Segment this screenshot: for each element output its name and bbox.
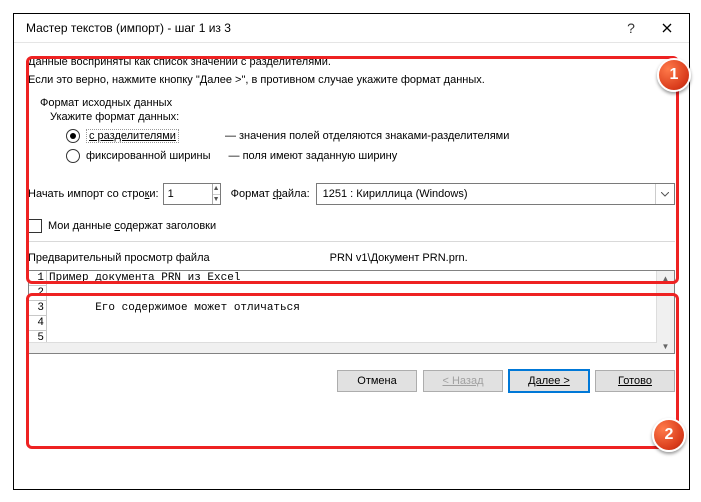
form-row: Начать импорт со строки: ▲▼ Формат файла… bbox=[28, 183, 675, 205]
radio-delimited[interactable]: с разделителями — значения полей отделяю… bbox=[66, 127, 675, 145]
next-button[interactable]: Далее > bbox=[509, 370, 589, 392]
chevron-down-icon bbox=[655, 184, 674, 204]
intro-text-2: Если это верно, нажмите кнопку "Далее >"… bbox=[28, 73, 675, 87]
finish-button[interactable]: Готово bbox=[595, 370, 675, 392]
dialog-title: Мастер текстов (импорт) - шаг 1 из 3 bbox=[26, 21, 613, 35]
close-button[interactable] bbox=[649, 14, 685, 42]
headers-checkbox-label: Мои данные содержат заголовки bbox=[48, 220, 216, 232]
file-format-combo[interactable]: 1251 : Кириллица (Windows) bbox=[316, 183, 675, 205]
dialog-body: Данные восприняты как список значений с … bbox=[14, 43, 689, 360]
radio-icon bbox=[66, 129, 80, 143]
preview-text: Пример документа PRN из Excel Его содерж… bbox=[47, 271, 656, 353]
checkbox-icon bbox=[28, 219, 42, 233]
cancel-button[interactable]: Отмена bbox=[337, 370, 417, 392]
radio-delimited-desc: — значения полей отделяются знаками-разд… bbox=[225, 130, 509, 142]
annotation-badge-2: 2 bbox=[652, 418, 686, 452]
group-label: Формат исходных данных bbox=[40, 97, 675, 109]
preview-label: Предварительный просмотр файлаPRN v1\Док… bbox=[28, 252, 675, 264]
headers-checkbox-row[interactable]: Мои данные содержат заголовки bbox=[28, 219, 675, 233]
wizard-dialog: Мастер текстов (импорт) - шаг 1 из 3 ? Д… bbox=[13, 13, 690, 490]
annotation-badge-1: 1 bbox=[657, 58, 691, 92]
radio-delimited-label: с разделителями bbox=[86, 129, 179, 143]
preview-gutter: 12345 bbox=[29, 271, 47, 353]
intro-text-1: Данные восприняты как список значений с … bbox=[28, 55, 675, 69]
start-row-input[interactable] bbox=[164, 184, 212, 204]
file-format-label: Формат файла: bbox=[231, 188, 310, 200]
start-row-label: Начать импорт со строки: bbox=[28, 188, 159, 200]
back-button: < Назад bbox=[423, 370, 503, 392]
preview-path: PRN v1\Документ PRN.prn. bbox=[330, 252, 468, 264]
start-row-spinner[interactable]: ▲▼ bbox=[163, 183, 221, 205]
radio-fixed-desc: — поля имеют заданную ширину bbox=[229, 150, 398, 162]
file-format-value: 1251 : Кириллица (Windows) bbox=[317, 188, 655, 200]
radio-icon bbox=[66, 149, 80, 163]
radio-fixed-label: фиксированной ширины bbox=[86, 150, 211, 162]
format-prompt: Укажите формат данных: bbox=[50, 111, 675, 123]
scrollbar-horizontal[interactable] bbox=[29, 342, 657, 353]
radio-fixed[interactable]: фиксированной ширины — поля имеют заданн… bbox=[66, 147, 675, 165]
button-row: Отмена < Назад Далее > Готово bbox=[14, 360, 689, 392]
preview-box: 12345 Пример документа PRN из Excel Его … bbox=[28, 270, 675, 354]
scrollbar-vertical[interactable]: ▲▼ bbox=[656, 271, 674, 353]
titlebar: Мастер текстов (импорт) - шаг 1 из 3 ? bbox=[14, 14, 689, 43]
spinner-arrows[interactable]: ▲▼ bbox=[212, 184, 220, 204]
divider bbox=[28, 241, 675, 242]
help-button[interactable]: ? bbox=[613, 14, 649, 42]
